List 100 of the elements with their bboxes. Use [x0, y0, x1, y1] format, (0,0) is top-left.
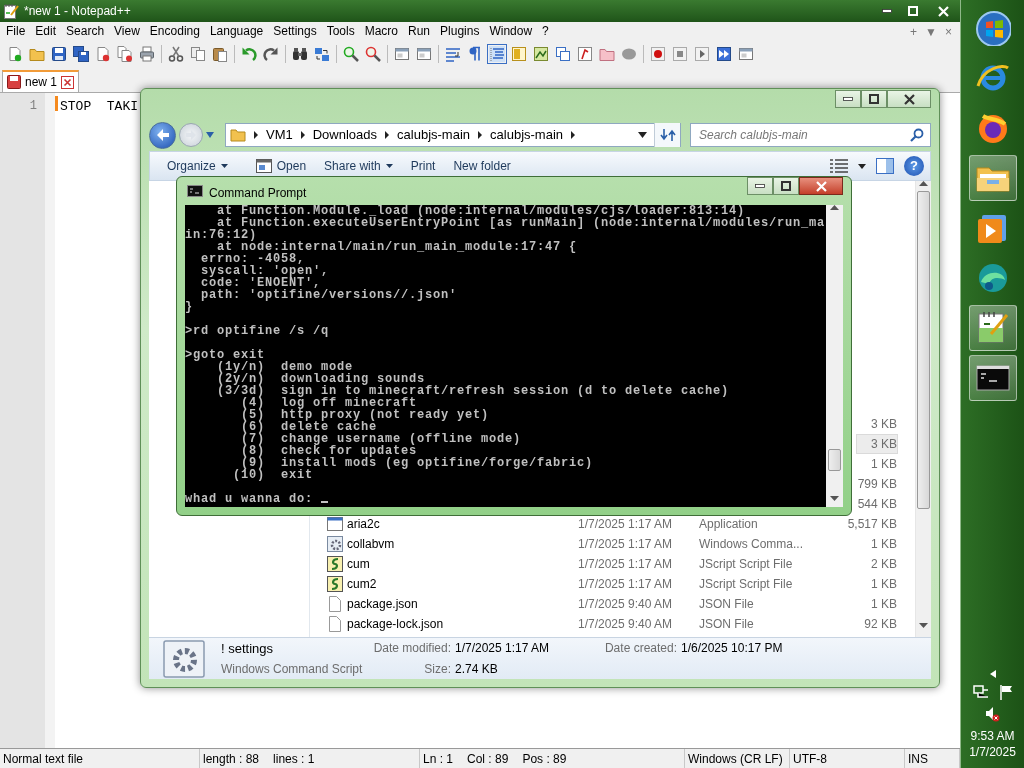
scroll-down-icon[interactable] — [919, 623, 928, 629]
network-icon[interactable] — [972, 684, 989, 700]
scroll-thumb[interactable] — [917, 191, 930, 509]
record-icon[interactable] — [650, 46, 666, 62]
taskbar-item[interactable] — [968, 305, 1017, 351]
flag-icon[interactable] — [998, 684, 1013, 700]
function-icon[interactable] — [577, 46, 593, 62]
help-button[interactable]: ? — [904, 156, 924, 176]
caret-icon[interactable] — [638, 132, 647, 138]
menu-item[interactable]: Search — [61, 22, 110, 41]
chevron-icon[interactable] — [477, 131, 484, 139]
breadcrumb-item[interactable]: VM1 — [266, 125, 293, 145]
minimize-button[interactable] — [747, 177, 773, 195]
scroll-down-icon[interactable] — [830, 496, 839, 502]
toolbar-button[interactable]: Share with — [315, 154, 402, 178]
menu-item[interactable]: Encoding — [144, 22, 205, 41]
menu-item[interactable]: Run — [403, 22, 436, 41]
close-button[interactable] — [799, 177, 843, 195]
folder-icon[interactable] — [599, 46, 615, 62]
play-icon[interactable] — [694, 46, 710, 62]
chevron-icon[interactable] — [299, 131, 306, 139]
address-bar[interactable]: VM1 Downloads calubjs-main calubjs-main — [225, 123, 681, 147]
tab[interactable]: new 1 — [2, 70, 80, 92]
scroll-thumb[interactable] — [828, 449, 841, 471]
fast-forward-icon[interactable] — [716, 46, 732, 62]
menu-item[interactable]: Window — [484, 22, 538, 41]
search-box[interactable]: Search calubjs-main — [690, 123, 931, 147]
chevron-icon[interactable] — [253, 131, 259, 139]
maximize-button[interactable] — [773, 177, 799, 195]
redo-icon[interactable] — [263, 46, 279, 62]
close-all-icon[interactable] — [117, 46, 133, 62]
taskbar-item[interactable] — [968, 355, 1017, 401]
menu-item[interactable]: Macro — [359, 22, 403, 41]
menu-item[interactable]: Tools — [321, 22, 360, 41]
status-text: Ln : 1 — [423, 750, 454, 768]
paste-icon[interactable] — [212, 46, 228, 62]
menu-button[interactable]: ▼ — [925, 22, 937, 41]
print-icon[interactable] — [139, 46, 155, 62]
menu-item[interactable]: File — [1, 22, 31, 41]
replace-icon[interactable] — [314, 46, 330, 62]
close-button[interactable] — [887, 90, 931, 108]
chevron-icon[interactable] — [384, 131, 391, 139]
file-type: JSON File — [699, 596, 755, 613]
close-file-icon[interactable] — [95, 46, 111, 62]
menu-item[interactable]: Plugins — [435, 22, 485, 41]
line-number: 1 — [28, 98, 37, 115]
breadcrumb-item[interactable]: Downloads — [312, 125, 378, 145]
close-icon[interactable] — [61, 75, 75, 89]
copy-icon[interactable] — [190, 46, 206, 62]
preview-pane-icon[interactable] — [876, 158, 894, 174]
start-button[interactable] — [974, 10, 1011, 46]
scrollbar[interactable] — [915, 181, 931, 637]
find-icon[interactable] — [292, 46, 308, 62]
menu-button[interactable]: × — [945, 22, 952, 41]
save-all-icon[interactable] — [73, 46, 89, 62]
window-icon[interactable] — [394, 46, 410, 62]
menu-item[interactable]: View — [109, 22, 145, 41]
toolbar-button[interactable]: Print — [401, 154, 445, 178]
scrollbar[interactable] — [826, 205, 843, 507]
pilcrow-icon[interactable] — [467, 46, 483, 62]
indent-guide-icon[interactable] — [489, 46, 505, 62]
list-view-icon[interactable] — [830, 159, 848, 173]
clock-date: 1/7/2025 — [969, 744, 1016, 760]
save-macro-icon[interactable] — [738, 46, 754, 62]
tab-label: new 1 — [25, 74, 58, 91]
menu-item[interactable]: ? — [537, 22, 554, 41]
undo-icon[interactable] — [241, 46, 257, 62]
scroll-up-icon[interactable] — [830, 205, 839, 211]
clock[interactable]: 9:53 AM 1/7/2025 — [969, 728, 1016, 760]
zoom-out-icon[interactable] — [365, 46, 381, 62]
open-file-icon[interactable] — [29, 46, 45, 62]
panel-icon[interactable] — [511, 46, 527, 62]
minimize-button[interactable] — [835, 90, 861, 108]
save-icon[interactable] — [51, 46, 67, 62]
stop-icon[interactable] — [672, 46, 688, 62]
breadcrumb-item[interactable]: calubjs-main — [397, 125, 471, 145]
menu-item[interactable]: Edit — [30, 22, 62, 41]
show-hidden-icons-icon[interactable] — [989, 670, 996, 678]
maximize-button[interactable] — [861, 90, 887, 108]
window-icon[interactable] — [555, 46, 571, 62]
zoom-in-icon[interactable] — [343, 46, 359, 62]
search-field[interactable]: Search calubjs-main — [697, 125, 910, 145]
window-icon[interactable] — [416, 46, 432, 62]
breadcrumb-item[interactable]: calubjs-main — [490, 125, 564, 145]
back-button[interactable] — [149, 121, 176, 149]
word-wrap-icon[interactable] — [445, 46, 461, 62]
menu-button[interactable]: + — [910, 22, 918, 41]
new-file-icon[interactable] — [7, 46, 23, 62]
toolbar-button[interactable]: New folder — [444, 154, 520, 178]
taskbar-item[interactable] — [968, 155, 1017, 201]
menu-item[interactable]: Settings — [268, 22, 322, 41]
speaker-icon[interactable] — [984, 706, 1001, 722]
map-icon[interactable] — [533, 46, 549, 62]
menu-item[interactable]: Language — [204, 22, 269, 41]
file-size: 1 KB — [871, 596, 897, 613]
cut-icon[interactable] — [168, 46, 184, 62]
refresh-button[interactable] — [654, 123, 680, 147]
toolbar-button[interactable]: Organize — [158, 154, 237, 178]
caret-icon[interactable] — [858, 163, 866, 169]
chevron-icon[interactable] — [570, 131, 577, 139]
